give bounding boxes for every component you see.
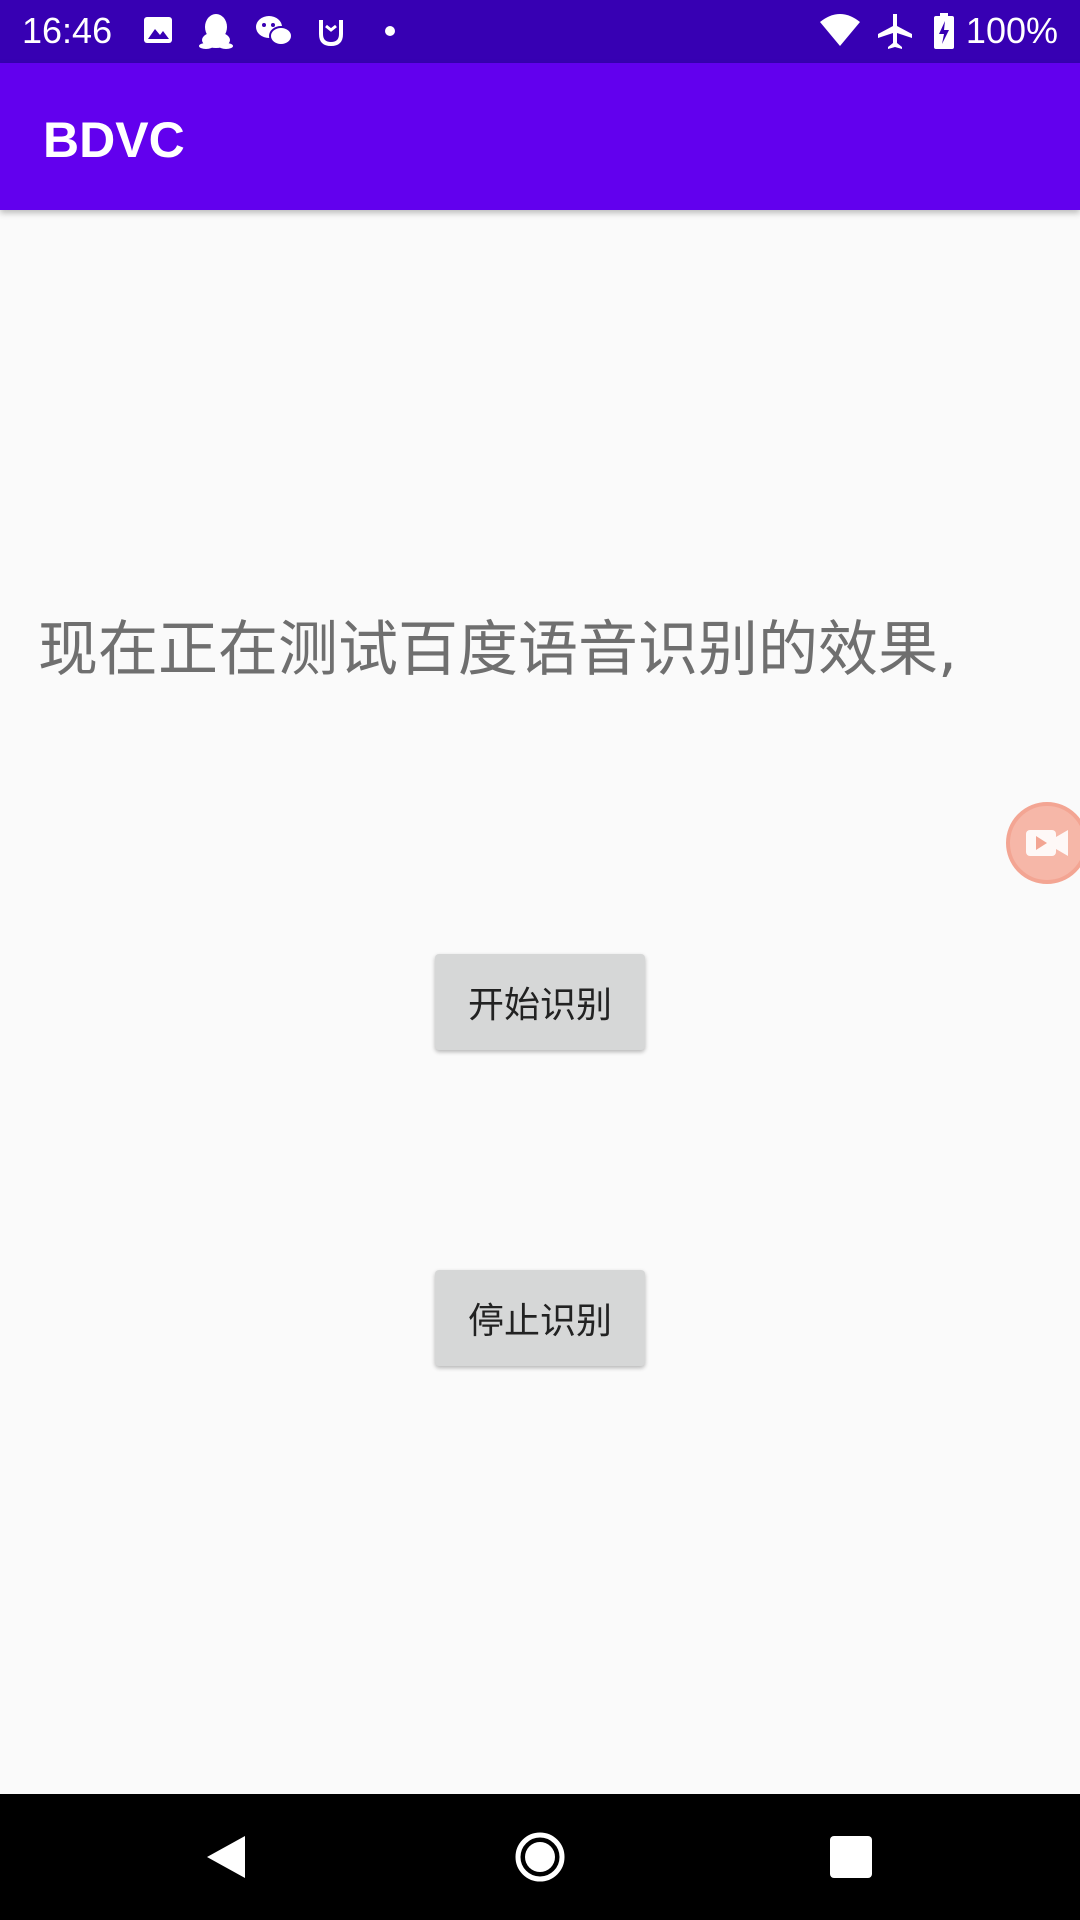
airplane-icon — [878, 14, 912, 49]
mi-icon — [319, 20, 343, 47]
home-icon[interactable] — [507, 1824, 573, 1890]
wechat-icon — [256, 16, 293, 46]
app-title: BDVC — [43, 112, 185, 168]
qq-icon — [199, 14, 233, 49]
recents-icon[interactable] — [818, 1824, 884, 1890]
battery-icon — [934, 13, 954, 49]
stop-recognition-button[interactable]: 停止识别 — [435, 1270, 645, 1366]
start-recognition-button[interactable]: 开始识别 — [435, 954, 645, 1050]
recognized-text: 现在正在测试百度语音识别的效果, — [38, 615, 958, 685]
back-icon[interactable] — [193, 1824, 259, 1890]
wifi-icon — [820, 14, 860, 46]
image-icon — [144, 17, 172, 43]
status-time: 16:46 — [22, 10, 113, 51]
status-bar: 16:46 100% — [0, 0, 1080, 63]
video-camera-icon — [1026, 830, 1068, 856]
navigation-bar — [0, 1794, 1080, 1920]
floating-recorder-bubble[interactable] — [1006, 802, 1080, 884]
dot-icon — [385, 26, 395, 36]
screen: 16:46 100% BDVC 现在正在测试百度语音识别的效果, 开始识别 停止… — [0, 0, 1080, 1920]
app-bar: BDVC — [0, 63, 1080, 210]
battery-percentage: 100% — [965, 10, 1058, 51]
